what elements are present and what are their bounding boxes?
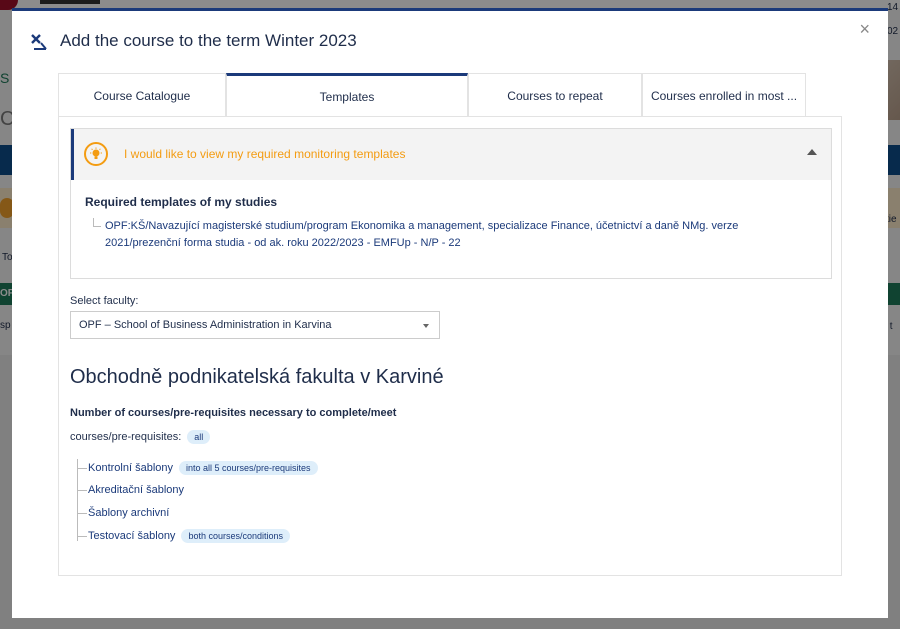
accordion-body: Required templates of my studies OPF:KŠ/… [71,180,831,279]
modal-header: Add the course to the term Winter 2023 × [12,11,888,71]
tree-item: Kontrolní šablony into all 5 courses/pre… [77,459,318,477]
tab-label: Courses to repeat [507,88,603,103]
faculty-select[interactable]: OPF – School of Business Administration … [70,311,440,339]
tab-courses-enrolled[interactable]: Courses enrolled in most ... [642,73,806,117]
tab-course-catalogue[interactable]: Course Catalogue [58,73,226,117]
chevron-up-icon[interactable] [807,149,817,155]
required-templates-title: Required templates of my studies [85,195,278,209]
modal-title: Add the course to the term Winter 2023 [60,31,357,50]
faculty-select-label: Select faculty: [70,295,139,307]
tab-bar: Course Catalogue Templates Courses to re… [58,73,842,117]
tree-item: Akreditační šablony [77,481,184,499]
template-tree: Kontrolní šablony into all 5 courses/pre… [77,459,477,554]
faculty-heading: Obchodně podnikatelská fakulta v Karviné [70,366,444,388]
templates-panel: I would like to view my required monitor… [58,116,842,576]
tab-templates[interactable]: Templates [226,73,468,117]
template-link-testovaci[interactable]: Testovací šablony [88,530,175,542]
accordion-title: I would like to view my required monitor… [124,147,406,161]
tab-label: Courses enrolled in most ... [650,88,798,103]
courses-label: courses/pre-requisites: [70,431,182,443]
template-link-akreditacni[interactable]: Akreditační šablony [88,484,184,496]
course-add-icon [31,34,47,50]
tree-item: Šablony archivní [77,504,169,522]
tab-courses-to-repeat[interactable]: Courses to repeat [468,73,642,117]
requirements-label: Number of courses/pre-requisites necessa… [70,407,397,419]
tree-connector [93,218,101,227]
chevron-down-icon [423,324,429,328]
template-badge: into all 5 courses/pre-requisites [179,461,318,475]
template-link-archivni[interactable]: Šablony archivní [88,507,169,519]
faculty-select-value: OPF – School of Business Administration … [79,319,332,331]
required-template-link[interactable]: OPF:KŠ/Navazující magisterské studium/pr… [105,218,805,252]
template-link-kontrolni[interactable]: Kontrolní šablony [88,462,173,474]
close-icon[interactable]: × [859,19,870,40]
accordion-header[interactable]: I would like to view my required monitor… [71,129,831,180]
template-badge: both courses/conditions [181,529,290,543]
lightbulb-icon [84,142,108,166]
courses-badge: all [187,430,211,444]
add-course-modal: Add the course to the term Winter 2023 ×… [12,8,888,618]
tree-item: Testovací šablony both courses/condition… [77,527,290,545]
tab-label: Templates [319,89,375,104]
courses-requirement-row: courses/pre-requisites: all [70,430,211,444]
monitoring-templates-accordion: I would like to view my required monitor… [70,128,832,279]
tab-label: Course Catalogue [93,88,191,103]
